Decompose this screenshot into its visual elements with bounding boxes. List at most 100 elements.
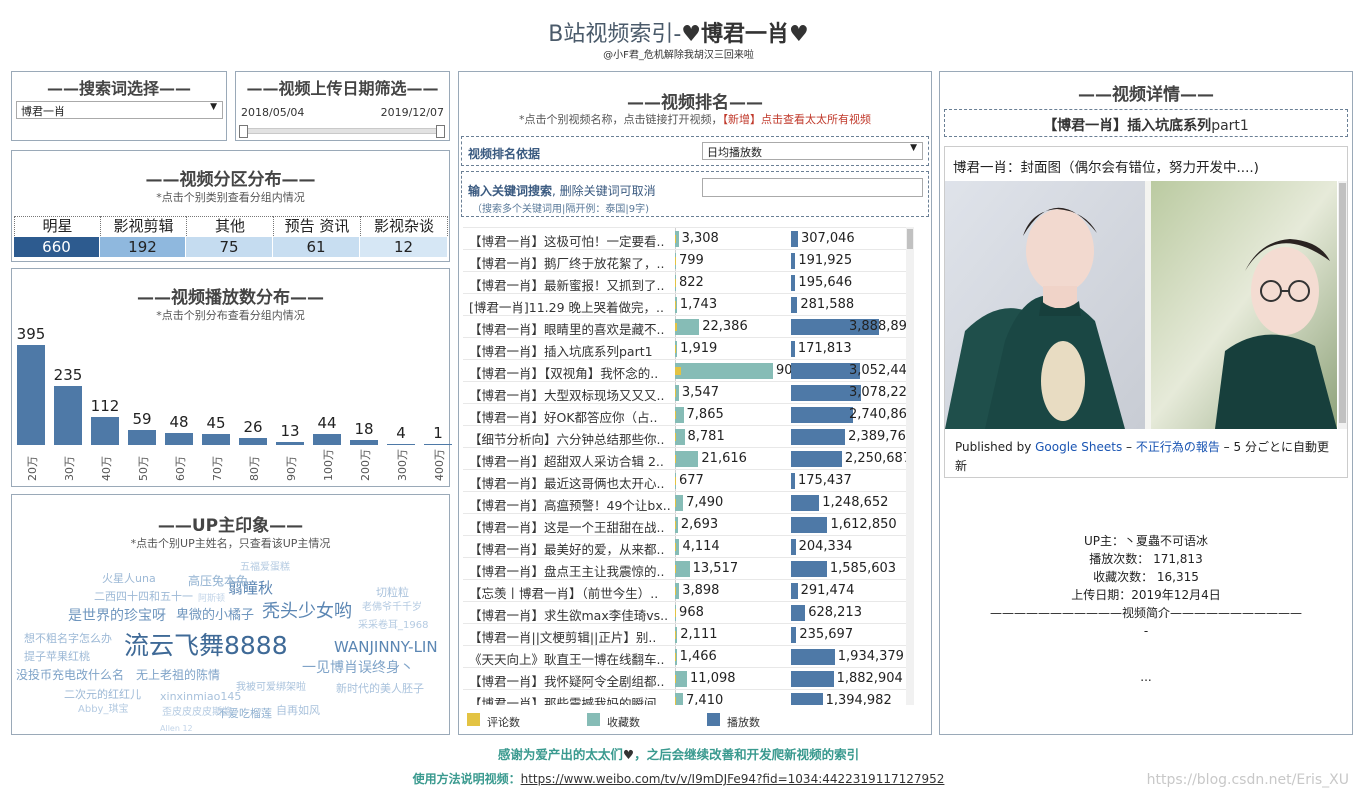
ranking-scrollbar-thumb[interactable] bbox=[907, 229, 913, 249]
ranking-video-title[interactable]: 【博君一肖】最新蜜报！又抓到了.. bbox=[469, 275, 675, 294]
ranking-video-title[interactable]: 【细节分析向】六分钟总结那些你.. bbox=[469, 429, 675, 448]
ranking-video-title[interactable]: 【忘羡丨博君一肖】（前世今生）.. bbox=[469, 583, 675, 602]
ranking-row[interactable]: 【细节分析向】六分钟总结那些你.. 8,781 2,389,768 bbox=[463, 425, 913, 448]
ranking-row[interactable]: 【博君一肖】求生欲max李佳琦vs.. 968 628,213 bbox=[463, 601, 908, 623]
google-sheets-link[interactable]: Google Sheets bbox=[1035, 440, 1122, 454]
ranking-row[interactable]: 【博君一肖】【双视角】我怀念的..90,4923,052,447 bbox=[463, 359, 913, 382]
ranking-row[interactable]: 【博君一肖】这是一个王甜甜在战.. 2,693 1,612,850 bbox=[463, 513, 908, 535]
views-bar[interactable] bbox=[350, 440, 378, 445]
ranking-row[interactable]: 【博君一肖】这极可怕！一定要看.. 3,308 307,046 bbox=[463, 227, 908, 249]
ranking-video-title[interactable]: 【博君一肖】我怀疑阿令全剧组都.. bbox=[469, 671, 675, 690]
ranking-row[interactable]: 【博君一肖】盘点王主让我震惊的.. 13,517 1,585,603 bbox=[463, 557, 908, 579]
embed-scrollbar-thumb[interactable] bbox=[1339, 183, 1346, 423]
ranking-video-title[interactable]: 【博君一肖】最美好的爱，从来都.. bbox=[469, 539, 675, 558]
category-header[interactable]: 影视杂谈 bbox=[360, 216, 448, 236]
ranking-row[interactable]: 【博君一肖】最新蜜报！又抓到了.. 822 195,646 bbox=[463, 271, 908, 293]
category-header[interactable]: 明星 bbox=[14, 216, 100, 236]
date-range-start-handle[interactable] bbox=[239, 125, 248, 138]
views-bar[interactable] bbox=[202, 433, 230, 445]
detail-video-title[interactable]: 【博君一肖】插入坑底系列part1 bbox=[945, 115, 1347, 135]
ranking-row[interactable]: 【博君一肖】我怀疑阿令全剧组都.. 11,098 1,882,904 bbox=[463, 667, 908, 689]
views-bar[interactable] bbox=[165, 432, 193, 445]
up-name-word[interactable]: Allen 12 bbox=[160, 725, 193, 733]
up-name-word[interactable]: 老佛爷千千岁 bbox=[362, 603, 422, 613]
up-name-word[interactable]: 没投币充电改什么名 bbox=[16, 669, 124, 681]
ranking-row[interactable]: 【博君一肖】最美好的爱，从来都.. 4,114 204,334 bbox=[463, 535, 908, 557]
views-bar[interactable] bbox=[239, 438, 267, 445]
date-range-end-handle[interactable] bbox=[436, 125, 445, 138]
ranking-video-title[interactable]: 【博君一肖】求生欲max李佳琦vs.. bbox=[469, 605, 675, 624]
ranking-video-title[interactable]: 【博君一肖】鹅厂终于放花絮了，.. bbox=[469, 253, 675, 272]
up-name-word[interactable]: Abby_琪宝 bbox=[78, 705, 128, 715]
views-bar[interactable] bbox=[276, 441, 304, 445]
up-name-word[interactable]: 提子苹果红桃 bbox=[24, 651, 90, 662]
ranking-row[interactable]: 【博君一肖】鹅厂终于放花絮了，.. 799 191,925 bbox=[463, 249, 908, 271]
ranking-scrollbar[interactable] bbox=[906, 227, 914, 705]
category-count[interactable]: 12 bbox=[360, 237, 447, 257]
ranking-video-title[interactable]: 【博君一肖】那些震撼我妈的瞬间.. bbox=[469, 693, 675, 705]
detail-up-name[interactable]: UP主：丶夏蟲不可语冰 bbox=[940, 532, 1352, 550]
category-count[interactable]: 75 bbox=[186, 237, 272, 257]
search-keyword-select[interactable]: 博君一肖 ▼ bbox=[16, 101, 223, 119]
embed-scrollbar[interactable] bbox=[1338, 181, 1347, 429]
up-name-word[interactable]: 流云飞舞8888 bbox=[124, 633, 288, 658]
ranking-video-title[interactable]: 【博君一肖】最近这哥俩也太开心.. bbox=[469, 473, 675, 492]
up-name-word[interactable]: 阿斯顿 bbox=[198, 595, 225, 604]
views-bar[interactable] bbox=[387, 443, 415, 445]
up-name-word[interactable]: xinxinmiao145 bbox=[160, 691, 241, 702]
ranking-video-title[interactable]: 【博君一肖】【双视角】我怀念的.. bbox=[469, 363, 675, 382]
ranking-row[interactable]: 【博君一肖】大型双标现场又又又.. 3,547 3,078,221 bbox=[463, 381, 913, 404]
ranking-video-title[interactable]: 【博君一肖】大型双标现场又又又.. bbox=[469, 385, 675, 404]
up-name-word[interactable]: 采采卷耳_1968 bbox=[358, 621, 428, 631]
ranking-row[interactable]: 【博君一肖】最近这哥俩也太开心.. 677 175,437 bbox=[463, 469, 908, 491]
ranking-row[interactable]: 【博君一肖】插入坑底系列part1 1,919 171,813 bbox=[463, 337, 908, 359]
ranking-video-title[interactable]: 【博君一肖】超甜双人采访合辑 2.. bbox=[469, 451, 675, 470]
up-name-word[interactable]: 高压兔本兔 bbox=[188, 575, 248, 587]
sort-select[interactable]: 日均播放数 ▼ bbox=[702, 142, 923, 160]
view-all-videos-link[interactable]: 【新增】点击查看太太所有视频 bbox=[723, 113, 872, 126]
keyword-input[interactable] bbox=[702, 178, 923, 197]
ranking-video-title[interactable]: 【博君一肖】这是一个王甜甜在战.. bbox=[469, 517, 675, 536]
up-name-word[interactable]: 切粒粒 bbox=[376, 587, 409, 598]
up-name-word[interactable]: 二西四十四和五十一 bbox=[94, 591, 193, 602]
up-name-word[interactable]: 自再如风 bbox=[276, 705, 320, 716]
category-count[interactable]: 660 bbox=[14, 237, 99, 257]
up-name-word[interactable]: 二次元的红红儿 bbox=[64, 689, 141, 700]
up-name-word[interactable]: 歪皮皮皮皮斯酱 bbox=[162, 708, 232, 718]
category-header[interactable]: 预告 资讯 bbox=[273, 216, 360, 236]
up-name-word[interactable]: WANJINNY-LIN bbox=[334, 640, 438, 655]
ranking-video-title[interactable]: [博君一肖]11.29 晚上哭着做完，.. bbox=[469, 297, 675, 316]
ranking-video-title[interactable]: 【博君一肖】盘点王主让我震惊的.. bbox=[469, 561, 675, 580]
ranking-row[interactable]: 【博君一肖】眼睛里的喜欢是藏不.. 22,386 3,888,893 bbox=[463, 315, 913, 338]
ranking-row[interactable]: 【博君一肖】那些震撼我妈的瞬间.. 7,410 1,394,982 bbox=[463, 689, 908, 705]
ranking-video-title[interactable]: 【博君一肖||文梗剪辑||正片】别.. bbox=[469, 627, 675, 646]
views-bar[interactable] bbox=[17, 345, 45, 445]
up-name-word[interactable]: 五福爱蛋糕 bbox=[240, 563, 290, 573]
category-header[interactable]: 影视剪辑 bbox=[100, 216, 186, 236]
ranking-video-title[interactable]: 【博君一肖】好OK都答应你（占.. bbox=[469, 407, 675, 426]
up-name-word[interactable]: 是世界的珍宝呀 bbox=[68, 609, 166, 623]
up-name-word[interactable]: 一见博肖误终身丶 bbox=[302, 661, 414, 675]
ranking-video-title[interactable]: 《天天向上》耿直王一博在线翻车.. bbox=[469, 649, 675, 668]
ranking-row[interactable]: 【博君一肖】好OK都答应你（占.. 7,865 2,740,865 bbox=[463, 403, 913, 426]
ranking-row[interactable]: 【博君一肖||文梗剪辑||正片】别.. 2,111 235,697 bbox=[463, 623, 908, 645]
views-bar[interactable] bbox=[313, 433, 341, 445]
howto-video-link[interactable]: https://www.weibo.com/tv/v/I9mDJFe94?fid… bbox=[521, 772, 945, 786]
up-name-word[interactable]: 秃头少女哟 bbox=[262, 603, 352, 621]
up-name-word[interactable]: 想不粗名字怎么办 bbox=[24, 633, 112, 644]
views-bar[interactable] bbox=[91, 416, 119, 445]
category-count[interactable]: 192 bbox=[100, 237, 185, 257]
up-name-word[interactable]: 火星人una bbox=[102, 573, 156, 584]
ranking-row[interactable]: 【忘羡丨博君一肖】（前世今生）.. 3,898 291,474 bbox=[463, 579, 908, 601]
views-bar[interactable] bbox=[128, 430, 156, 445]
ranking-row[interactable]: 《天天向上》耿直王一博在线翻车.. 1,466 1,934,379 bbox=[463, 645, 908, 667]
up-name-word[interactable]: 新时代的美人胚子 bbox=[336, 683, 424, 694]
views-bar[interactable] bbox=[424, 444, 452, 445]
up-name-word[interactable]: 无上老祖的陈情 bbox=[136, 669, 220, 681]
views-bar[interactable] bbox=[54, 385, 82, 445]
ranking-video-title[interactable]: 【博君一肖】这极可怕！一定要看.. bbox=[469, 231, 675, 250]
ranking-row[interactable]: [博君一肖]11.29 晚上哭着做完，.. 1,743 281,588 bbox=[463, 293, 908, 315]
ranking-video-title[interactable]: 【博君一肖】眼睛里的喜欢是藏不.. bbox=[469, 319, 675, 338]
ranking-video-title[interactable]: 【博君一肖】高瘟预警！49个让bx.. bbox=[469, 495, 675, 514]
ranking-row[interactable]: 【博君一肖】超甜双人采访合辑 2.. 21,616 2,250,687 bbox=[463, 447, 911, 470]
